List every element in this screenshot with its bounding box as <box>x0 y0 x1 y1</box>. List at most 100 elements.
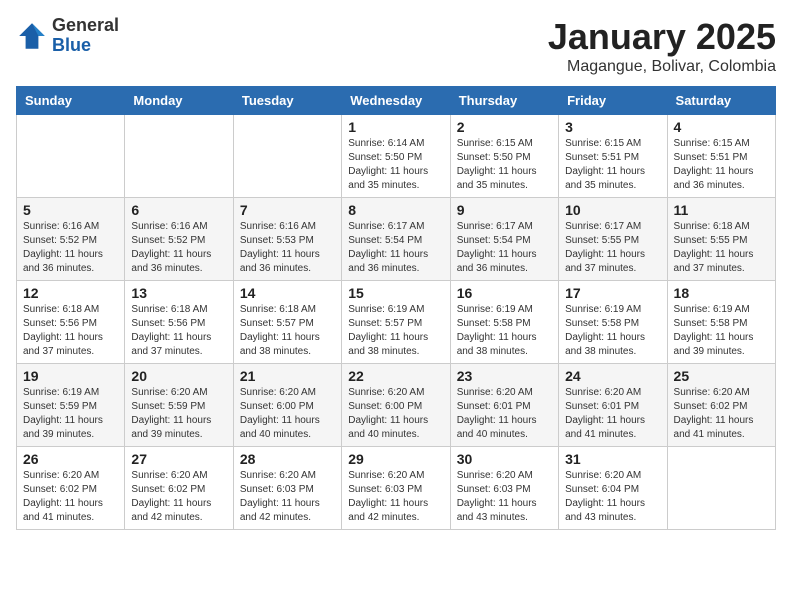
day-number: 21 <box>240 368 335 384</box>
day-number: 6 <box>131 202 226 218</box>
day-number: 11 <box>674 202 769 218</box>
calendar-cell: 7 Sunrise: 6:16 AM Sunset: 5:53 PM Daylig… <box>233 198 341 281</box>
day-number: 20 <box>131 368 226 384</box>
calendar-cell: 22 Sunrise: 6:20 AM Sunset: 6:00 PM Dayli… <box>342 364 450 447</box>
calendar-cell: 25 Sunrise: 6:20 AM Sunset: 6:02 PM Dayli… <box>667 364 775 447</box>
day-number: 29 <box>348 451 443 467</box>
calendar-cell: 13 Sunrise: 6:18 AM Sunset: 5:56 PM Dayli… <box>125 281 233 364</box>
header: General Blue January 2025 Magangue, Boli… <box>16 16 776 76</box>
calendar-week-1: 5 Sunrise: 6:16 AM Sunset: 5:52 PM Daylig… <box>17 198 776 281</box>
title-area: January 2025 Magangue, Bolivar, Colombia <box>548 16 776 76</box>
calendar-cell: 27Sunrise: 6:20 AM Sunset: 6:02 PM Dayli… <box>125 447 233 530</box>
day-number: 24 <box>565 368 660 384</box>
day-number: 2 <box>457 119 552 135</box>
day-number: 1 <box>348 119 443 135</box>
day-number: 4 <box>674 119 769 135</box>
day-info: Sunrise: 6:15 AM Sunset: 5:50 PM Dayligh… <box>457 137 552 193</box>
calendar-header-row: SundayMondayTuesdayWednesdayThursdayFrid… <box>17 87 776 115</box>
calendar-cell <box>233 115 341 198</box>
day-number: 17 <box>565 285 660 301</box>
day-info: Sunrise: 6:20 AM Sunset: 6:03 PM Dayligh… <box>457 469 552 525</box>
day-info: Sunrise: 6:17 AM Sunset: 5:54 PM Dayligh… <box>348 220 443 276</box>
calendar-cell: 20 Sunrise: 6:20 AM Sunset: 5:59 PM Dayli… <box>125 364 233 447</box>
day-number: 22 <box>348 368 443 384</box>
calendar-cell: 30 Sunrise: 6:20 AM Sunset: 6:03 PM Dayli… <box>450 447 558 530</box>
day-info: Sunrise: 6:16 AM Sunset: 5:52 PM Dayligh… <box>131 220 226 276</box>
day-info: Sunrise: 6:20 AM Sunset: 6:03 PM Dayligh… <box>348 469 443 525</box>
day-number: 7 <box>240 202 335 218</box>
day-number: 16 <box>457 285 552 301</box>
header-wednesday: Wednesday <box>342 87 450 115</box>
day-info: Sunrise: 6:20 AM Sunset: 6:02 PM Dayligh… <box>674 386 769 442</box>
day-info: Sunrise: 6:16 AM Sunset: 5:53 PM Dayligh… <box>240 220 335 276</box>
day-info: Sunrise: 6:17 AM Sunset: 5:55 PM Dayligh… <box>565 220 660 276</box>
header-sunday: Sunday <box>17 87 125 115</box>
day-info: Sunrise: 6:20 AM Sunset: 6:01 PM Dayligh… <box>565 386 660 442</box>
day-info: Sunrise: 6:20 AM Sunset: 6:03 PM Dayligh… <box>240 469 335 525</box>
calendar-cell: 3Sunrise: 6:15 AM Sunset: 5:51 PM Daylig… <box>559 115 667 198</box>
calendar-cell: 10Sunrise: 6:17 AM Sunset: 5:55 PM Dayli… <box>559 198 667 281</box>
day-number: 25 <box>674 368 769 384</box>
day-number: 31 <box>565 451 660 467</box>
day-number: 14 <box>240 285 335 301</box>
day-number: 12 <box>23 285 118 301</box>
day-info: Sunrise: 6:18 AM Sunset: 5:56 PM Dayligh… <box>131 303 226 359</box>
calendar-cell: 8Sunrise: 6:17 AM Sunset: 5:54 PM Daylig… <box>342 198 450 281</box>
location-title: Magangue, Bolivar, Colombia <box>548 58 776 76</box>
calendar-cell: 2 Sunrise: 6:15 AM Sunset: 5:50 PM Daylig… <box>450 115 558 198</box>
header-monday: Monday <box>125 87 233 115</box>
calendar-cell: 12Sunrise: 6:18 AM Sunset: 5:56 PM Dayli… <box>17 281 125 364</box>
calendar-cell <box>125 115 233 198</box>
header-tuesday: Tuesday <box>233 87 341 115</box>
day-info: Sunrise: 6:20 AM Sunset: 6:02 PM Dayligh… <box>23 469 118 525</box>
day-info: Sunrise: 6:20 AM Sunset: 6:00 PM Dayligh… <box>348 386 443 442</box>
day-number: 28 <box>240 451 335 467</box>
calendar-cell: 9 Sunrise: 6:17 AM Sunset: 5:54 PM Daylig… <box>450 198 558 281</box>
day-info: Sunrise: 6:19 AM Sunset: 5:59 PM Dayligh… <box>23 386 118 442</box>
day-number: 27 <box>131 451 226 467</box>
day-info: Sunrise: 6:15 AM Sunset: 5:51 PM Dayligh… <box>565 137 660 193</box>
day-number: 13 <box>131 285 226 301</box>
calendar-cell: 26Sunrise: 6:20 AM Sunset: 6:02 PM Dayli… <box>17 447 125 530</box>
calendar-cell <box>667 447 775 530</box>
logo: General Blue <box>16 16 119 56</box>
day-info: Sunrise: 6:20 AM Sunset: 6:04 PM Dayligh… <box>565 469 660 525</box>
day-info: Sunrise: 6:16 AM Sunset: 5:52 PM Dayligh… <box>23 220 118 276</box>
logo-general-text: General <box>52 16 119 36</box>
calendar-cell: 1 Sunrise: 6:14 AM Sunset: 5:50 PM Daylig… <box>342 115 450 198</box>
calendar-cell: 5 Sunrise: 6:16 AM Sunset: 5:52 PM Daylig… <box>17 198 125 281</box>
day-info: Sunrise: 6:19 AM Sunset: 5:58 PM Dayligh… <box>674 303 769 359</box>
day-number: 18 <box>674 285 769 301</box>
calendar-cell: 19 Sunrise: 6:19 AM Sunset: 5:59 PM Dayli… <box>17 364 125 447</box>
day-info: Sunrise: 6:18 AM Sunset: 5:55 PM Dayligh… <box>674 220 769 276</box>
day-info: Sunrise: 6:17 AM Sunset: 5:54 PM Dayligh… <box>457 220 552 276</box>
header-thursday: Thursday <box>450 87 558 115</box>
day-info: Sunrise: 6:19 AM Sunset: 5:58 PM Dayligh… <box>565 303 660 359</box>
calendar-cell: 23Sunrise: 6:20 AM Sunset: 6:01 PM Dayli… <box>450 364 558 447</box>
calendar-cell: 4 Sunrise: 6:15 AM Sunset: 5:51 PM Daylig… <box>667 115 775 198</box>
logo-blue-text: Blue <box>52 36 119 56</box>
calendar-cell: 16Sunrise: 6:19 AM Sunset: 5:58 PM Dayli… <box>450 281 558 364</box>
day-number: 19 <box>23 368 118 384</box>
calendar-cell: 21Sunrise: 6:20 AM Sunset: 6:00 PM Dayli… <box>233 364 341 447</box>
day-number: 5 <box>23 202 118 218</box>
calendar-cell: 14 Sunrise: 6:18 AM Sunset: 5:57 PM Dayli… <box>233 281 341 364</box>
day-number: 30 <box>457 451 552 467</box>
day-info: Sunrise: 6:15 AM Sunset: 5:51 PM Dayligh… <box>674 137 769 193</box>
calendar-cell: 31 Sunrise: 6:20 AM Sunset: 6:04 PM Dayli… <box>559 447 667 530</box>
calendar-cell <box>17 115 125 198</box>
logo-icon <box>16 20 48 52</box>
month-title: January 2025 <box>548 16 776 58</box>
day-info: Sunrise: 6:19 AM Sunset: 5:57 PM Dayligh… <box>348 303 443 359</box>
calendar-cell: 17 Sunrise: 6:19 AM Sunset: 5:58 PM Dayli… <box>559 281 667 364</box>
calendar-cell: 6 Sunrise: 6:16 AM Sunset: 5:52 PM Daylig… <box>125 198 233 281</box>
calendar-cell: 28 Sunrise: 6:20 AM Sunset: 6:03 PM Dayli… <box>233 447 341 530</box>
day-info: Sunrise: 6:20 AM Sunset: 5:59 PM Dayligh… <box>131 386 226 442</box>
day-info: Sunrise: 6:14 AM Sunset: 5:50 PM Dayligh… <box>348 137 443 193</box>
day-info: Sunrise: 6:18 AM Sunset: 5:57 PM Dayligh… <box>240 303 335 359</box>
day-number: 23 <box>457 368 552 384</box>
calendar-cell: 18 Sunrise: 6:19 AM Sunset: 5:58 PM Dayli… <box>667 281 775 364</box>
calendar-cell: 29 Sunrise: 6:20 AM Sunset: 6:03 PM Dayli… <box>342 447 450 530</box>
header-saturday: Saturday <box>667 87 775 115</box>
day-number: 9 <box>457 202 552 218</box>
